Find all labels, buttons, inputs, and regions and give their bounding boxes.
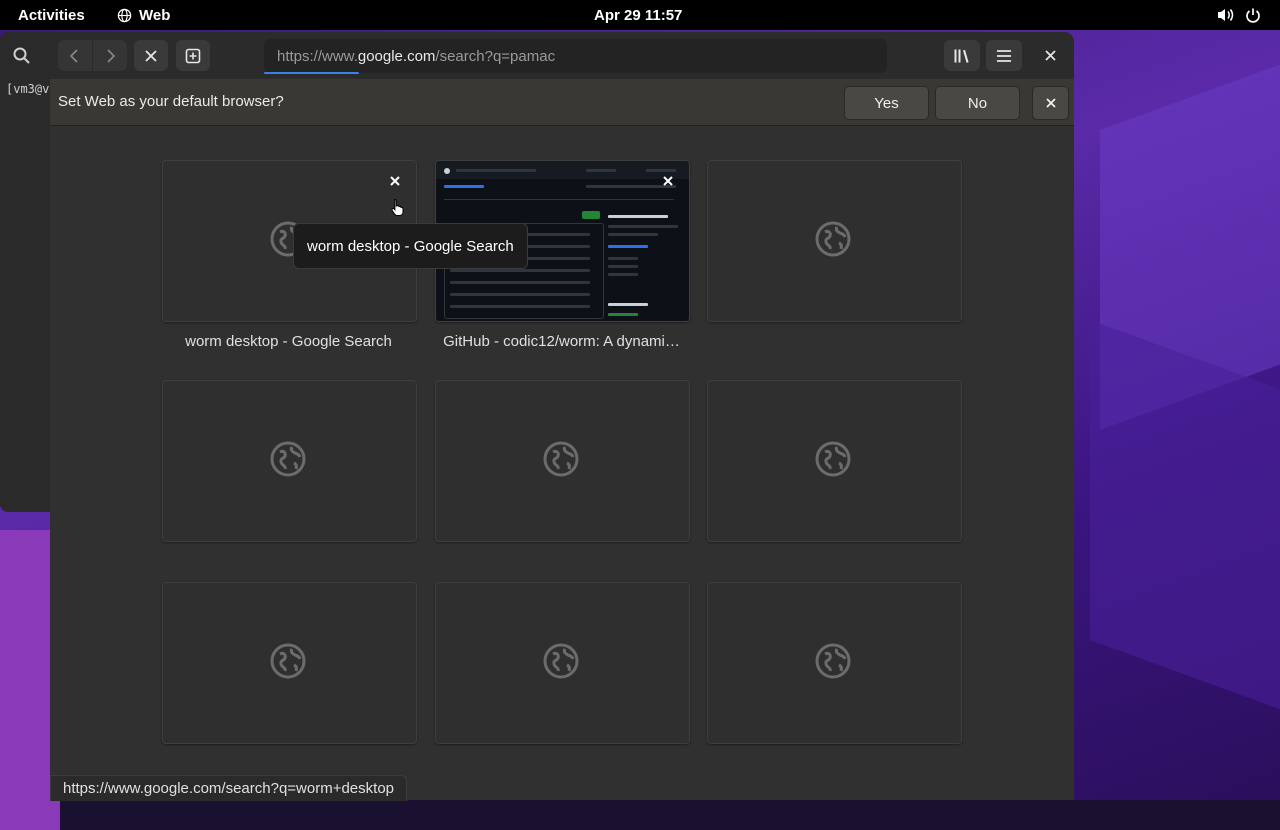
library-icon [954, 49, 969, 63]
globe-icon [543, 643, 579, 679]
top-bar: Activities Web Apr 29 11:57 [0, 0, 1280, 30]
power-icon[interactable] [1245, 0, 1261, 30]
new-tab-icon [185, 48, 201, 63]
overview-tile[interactable] [707, 380, 962, 542]
globe-icon [270, 643, 306, 679]
clock[interactable]: Apr 29 11:57 [594, 0, 682, 30]
app-name: Web [139, 6, 171, 24]
globe-icon [815, 643, 851, 679]
activities-button[interactable]: Activities [18, 0, 85, 30]
tile-title[interactable]: GitHub - codic12/worm: A dynami… [435, 333, 688, 350]
back-button[interactable] [58, 40, 92, 71]
url-path: /search?q=pamac [435, 47, 556, 65]
main-menu-button[interactable] [986, 40, 1022, 71]
url-prefix: https://www. [277, 47, 358, 65]
globe-icon [543, 441, 579, 477]
header-bar: https://www.google.com/search?q=pamac [50, 32, 1074, 80]
globe-icon [117, 8, 132, 22]
page-load-progress [264, 72, 359, 74]
close-icon [1044, 50, 1056, 61]
overview-tile[interactable] [162, 380, 417, 542]
tile-remove-button[interactable] [658, 171, 678, 191]
menu-icon [997, 49, 1011, 62]
overview-tile[interactable] [435, 582, 690, 744]
address-text[interactable]: https://www.google.com/search?q=pamac [277, 48, 555, 65]
browser-window: https://www.google.com/search?q=pamac Se… [50, 32, 1074, 800]
yes-button[interactable]: Yes [844, 86, 929, 120]
tile-tooltip: worm desktop - Google Search [293, 223, 528, 269]
status-bar-link: https://www.google.com/search?q=worm+des… [50, 775, 408, 801]
no-button[interactable]: No [935, 86, 1020, 120]
tile-title[interactable]: worm desktop - Google Search [162, 333, 415, 350]
search-icon[interactable] [12, 46, 32, 71]
stop-button[interactable] [134, 40, 168, 71]
forward-icon [107, 48, 116, 63]
default-browser-infobar: Set Web as your default browser? Yes No [50, 79, 1074, 126]
stop-icon [145, 49, 157, 62]
infobar-message: Set Web as your default browser? [58, 93, 284, 110]
close-icon [390, 176, 400, 186]
close-icon [1045, 98, 1056, 108]
globe-icon [270, 441, 306, 477]
terminal-prompt: [vm3@v [6, 82, 50, 96]
tile-remove-button[interactable] [385, 171, 405, 191]
close-icon [663, 176, 673, 186]
overview-tile[interactable] [435, 380, 690, 542]
overview-grid: worm desktop - Google Search GitHub - co… [50, 126, 1074, 800]
url-host: google.com [357, 47, 436, 65]
app-menu-web[interactable]: Web [117, 0, 170, 30]
address-bar[interactable]: https://www.google.com/search?q=pamac [264, 39, 887, 74]
wallpaper-shape [1090, 319, 1280, 721]
overview-tile[interactable] [162, 582, 417, 744]
volume-icon[interactable] [1216, 0, 1234, 30]
new-tab-button[interactable] [176, 40, 210, 71]
overview-tile[interactable] [707, 160, 962, 322]
globe-icon [815, 441, 851, 477]
back-icon [69, 48, 78, 63]
globe-icon [815, 221, 851, 257]
bookmark-star-button[interactable] [1068, 47, 1074, 77]
hand-cursor-icon [391, 198, 405, 221]
forward-button[interactable] [92, 40, 127, 71]
window-close-button[interactable] [1035, 40, 1065, 71]
library-button[interactable] [944, 40, 980, 71]
infobar-close-button[interactable] [1032, 86, 1069, 120]
overview-tile[interactable] [707, 582, 962, 744]
